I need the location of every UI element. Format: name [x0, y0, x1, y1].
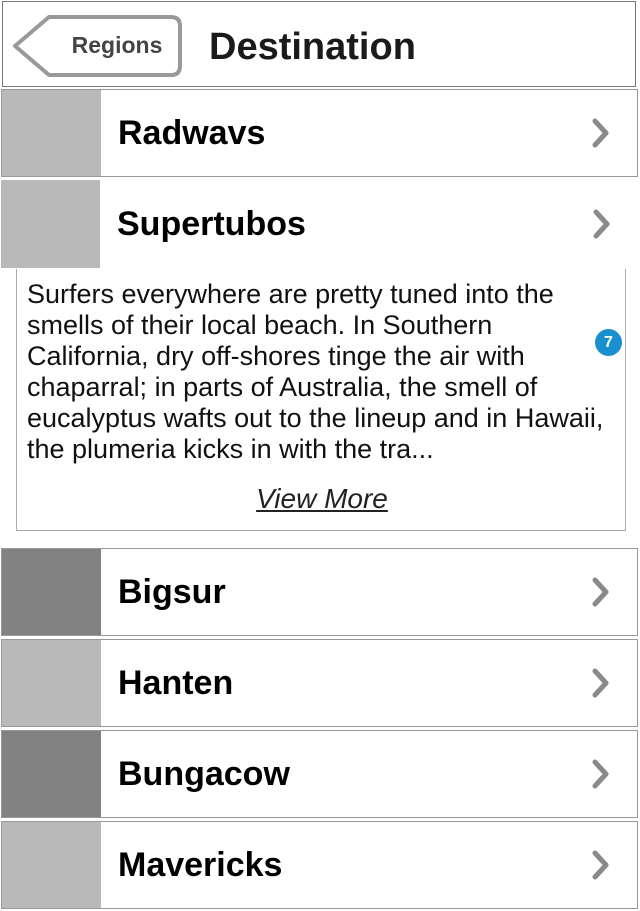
destination-label: Hanten [118, 663, 234, 702]
back-button-label: Regions [71, 32, 163, 58]
destination-label: Mavericks [118, 845, 283, 884]
navigation-bar: Regions Destination [2, 1, 636, 87]
destination-label: Supertubos [117, 204, 306, 243]
destination-thumbnail [2, 640, 101, 726]
destination-row-radwavs[interactable]: Radwavs [1, 89, 638, 177]
destination-row-mavericks[interactable]: Mavericks [1, 821, 638, 909]
view-more-link[interactable]: View More [17, 483, 627, 515]
destination-row-hanten[interactable]: Hanten [1, 639, 638, 727]
destination-description-panel: Surfers everywhere are pretty tuned into… [16, 269, 626, 531]
destination-label: Bungacow [118, 754, 290, 793]
destination-row-bigsur[interactable]: Bigsur [1, 548, 638, 636]
notification-badge: 7 [595, 329, 622, 356]
destination-thumbnail [2, 90, 101, 176]
destination-thumbnail [1, 180, 100, 268]
chevron-right-icon [592, 577, 609, 607]
destination-label: Bigsur [118, 572, 226, 611]
chevron-right-icon [592, 759, 609, 789]
chevron-right-icon [592, 850, 609, 880]
chevron-right-icon [593, 209, 610, 239]
chevron-right-icon [592, 118, 609, 148]
back-button[interactable]: Regions [11, 14, 183, 78]
destination-description: Surfers everywhere are pretty tuned into… [27, 279, 604, 464]
destination-row-bungacow[interactable]: Bungacow [1, 730, 638, 818]
destination-label: Radwavs [118, 113, 266, 152]
destination-thumbnail [2, 731, 101, 817]
chevron-right-icon [592, 668, 609, 698]
destination-row-supertubos[interactable]: Supertubos [1, 180, 638, 268]
destination-thumbnail [2, 549, 101, 635]
page-title: Destination [209, 26, 416, 68]
destination-thumbnail [2, 822, 101, 908]
